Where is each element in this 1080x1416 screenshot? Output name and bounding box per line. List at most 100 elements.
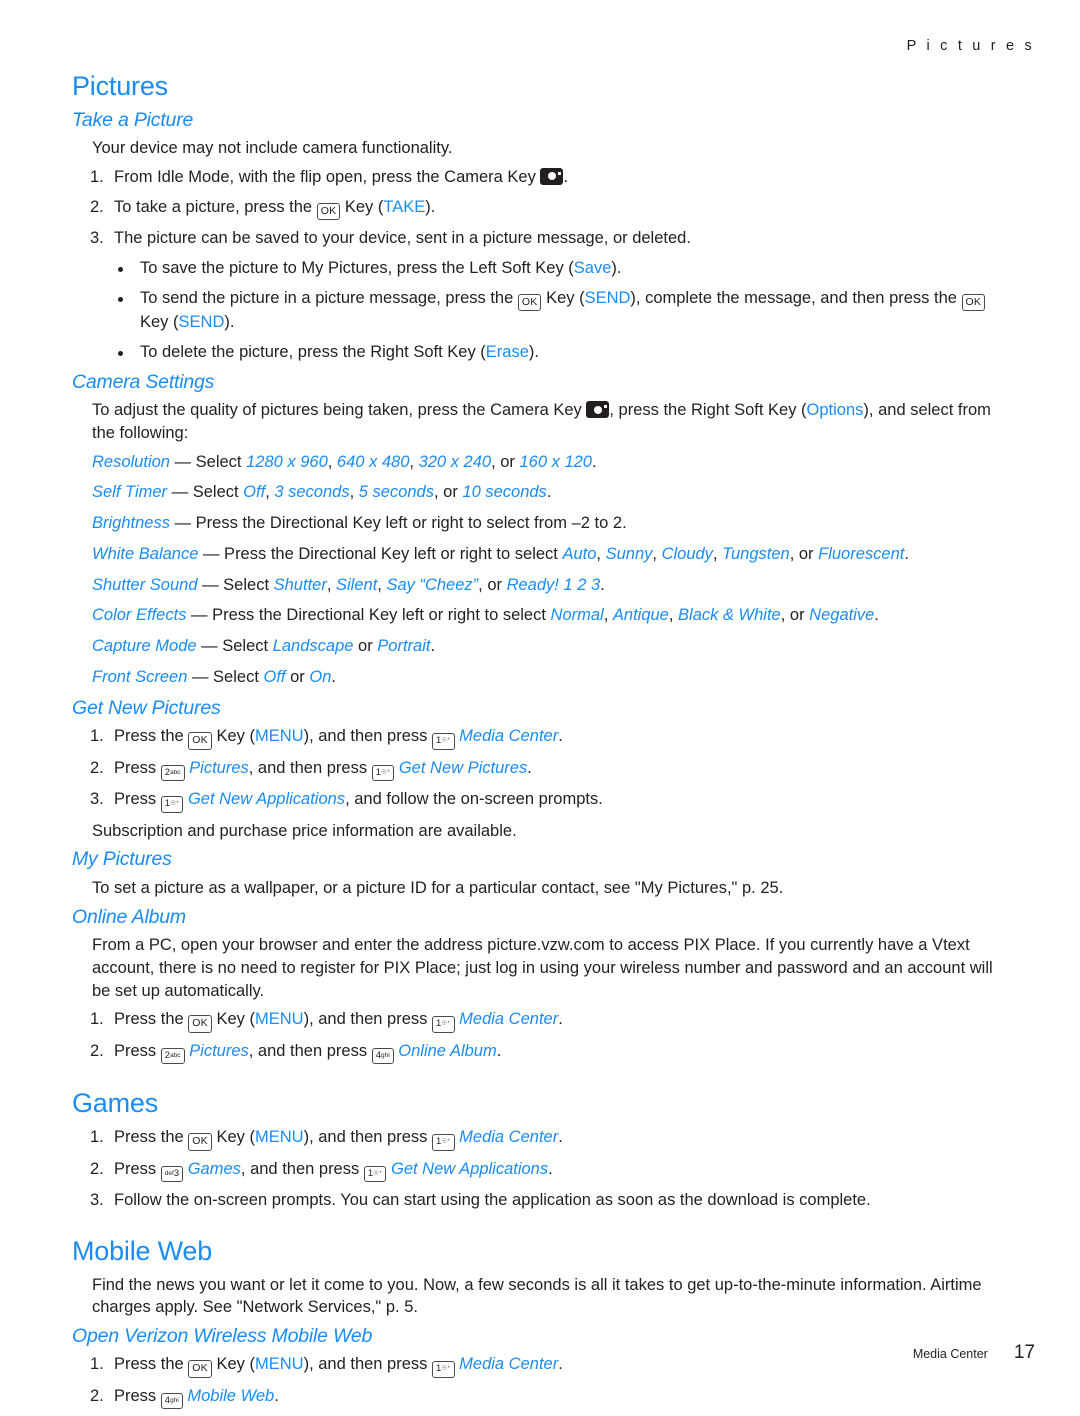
bullet-item: To save the picture to My Pictures, pres… <box>72 257 1008 280</box>
bullet-dot-icon <box>118 266 123 272</box>
ok-key-icon: OK <box>316 202 341 221</box>
ok-key-icon: OK <box>188 1360 212 1378</box>
step-text-end: . <box>558 1128 563 1147</box>
step-item: 3. Follow the on-screen prompts. You can… <box>72 1189 1008 1212</box>
menu-target-get-new-applications: Get New Applications <box>187 790 346 809</box>
step-text-end: . <box>558 727 563 746</box>
camera-setting-separator: , <box>712 544 723 563</box>
step-number: 2. <box>90 1041 104 1060</box>
camera-setting-name: Brightness <box>92 514 170 533</box>
camera-setting-instruction: — Select <box>187 668 259 687</box>
step-text-end: . <box>548 1159 553 1178</box>
camera-setting-value: Tungsten <box>722 544 790 563</box>
camera-settings-option-list: Resolution — Select 1280 x 960, 640 x 48… <box>72 451 1008 689</box>
step-item: 1. From Idle Mode, with the flip open, p… <box>72 166 1008 189</box>
key-1-icon: 1☉⁺ <box>432 733 455 750</box>
camera-setting-end: . <box>904 544 909 563</box>
camera-setting-value: Silent <box>336 575 378 594</box>
camera-setting-value: 320 x 240 <box>418 452 492 471</box>
softkey-action-erase: Erase <box>485 342 529 361</box>
step-item: 1. Press the OK Key (MENU), and then pre… <box>72 725 1008 750</box>
camera-setting-value: Antique <box>612 606 669 625</box>
camera-settings-intro: To adjust the quality of pictures being … <box>72 399 1008 445</box>
step-item: 2. Press 4ghi Mobile Web. <box>72 1385 1008 1410</box>
camera-setting-value: Sunny <box>605 544 653 563</box>
mobile-web-intro: Find the news you want or let it come to… <box>92 1275 982 1317</box>
step-text-c: ), and then press <box>303 1128 428 1147</box>
manual-page: P i c t u r e s Pictures Take a Picture … <box>0 0 1080 1410</box>
camera-key-icon <box>540 167 564 185</box>
step-text-a: Press <box>114 1041 157 1060</box>
camera-setting-option: Color Effects — Press the Directional Ke… <box>72 604 1008 627</box>
ok-key-icon: OK <box>188 1015 212 1033</box>
key-1-icon: 1☉⁺ <box>432 1361 455 1378</box>
step-number: 2. <box>90 758 104 777</box>
footer-page-number: 17 <box>1013 1342 1035 1363</box>
take-a-picture-intro: Your device may not include camera funct… <box>92 139 453 158</box>
key-4-icon: 4ghi <box>371 1047 394 1065</box>
step-number: 2. <box>90 1386 104 1405</box>
step-text-mid: Key ( <box>344 197 384 216</box>
step-text-b: , and follow the on-screen prompts. <box>345 790 603 809</box>
step-text-c: ), and then press <box>303 727 428 746</box>
my-pictures-text: To set a picture as a wallpaper, or a pi… <box>92 878 784 897</box>
section-title-pictures: Pictures <box>72 71 168 101</box>
camera-setting-option: White Balance — Press the Directional Ke… <box>72 543 1008 566</box>
camera-setting-name: Resolution <box>92 452 170 471</box>
camera-setting-end: . <box>600 575 605 594</box>
bullet-text-after: ). <box>224 313 235 332</box>
ok-key-icon: OK <box>961 293 986 312</box>
camera-setting-value: 640 x 480 <box>336 452 410 471</box>
bullet-text-mid1: Key ( <box>546 288 585 307</box>
step-item: 3. Press 1☉⁺ Get New Applications, and f… <box>72 788 1008 813</box>
camera-setting-value: Black & White <box>678 606 781 625</box>
camera-setting-value: Negative <box>809 606 875 625</box>
step-item: 3. The picture can be saved to your devi… <box>72 227 1008 250</box>
softkey-action-take: TAKE <box>383 197 426 216</box>
step-text-b: Key ( <box>216 1010 255 1029</box>
camera-setting-instruction: — Select <box>169 452 242 471</box>
running-head: P i c t u r e s <box>906 38 1035 54</box>
intro-text-before: To adjust the quality of pictures being … <box>92 401 582 420</box>
camera-setting-separator: , <box>596 544 606 563</box>
take-a-picture-steps: 1. From Idle Mode, with the flip open, p… <box>72 166 1008 250</box>
camera-setting-end: . <box>546 483 552 502</box>
step-item: 2. To take a picture, press the OK Key (… <box>72 196 1008 221</box>
key-2-icon: 2abc <box>160 764 185 782</box>
ok-key-icon: OK <box>517 293 542 312</box>
bullet-text-after: ). <box>528 342 539 361</box>
menu-label: MENU <box>254 1128 304 1147</box>
camera-setting-value: Normal <box>550 606 604 625</box>
subsection-title-open-verizon-wireless-mobile-web: Open Verizon Wireless Mobile Web <box>72 1325 373 1348</box>
subsection-title-online-album: Online Album <box>72 905 186 928</box>
step-text-end: . <box>558 1355 563 1374</box>
camera-setting-value: Say “Cheez” <box>386 575 479 594</box>
subsection-title-get-new-pictures: Get New Pictures <box>72 696 221 719</box>
step-text-a: Press <box>114 758 157 777</box>
games-steps: 1. Press the OK Key (MENU), and then pre… <box>72 1126 1008 1212</box>
softkey-action-send: SEND <box>178 313 225 332</box>
step-text-end: . <box>558 1010 563 1029</box>
step-text: The picture can be saved to your device,… <box>114 229 691 248</box>
camera-setting-value: Shutter <box>273 575 327 594</box>
bullet-text-after: ). <box>611 258 622 277</box>
camera-setting-instruction: — Press the Directional Key left or righ… <box>186 606 546 625</box>
camera-setting-value: 5 seconds <box>358 483 434 502</box>
step-number: 1. <box>90 167 104 186</box>
bullet-text-before: To save the picture to My Pictures, pres… <box>140 258 574 277</box>
page-content: Pictures Take a Picture Your device may … <box>72 71 1008 1416</box>
step-text: Follow the on-screen prompts. You can st… <box>114 1191 871 1210</box>
camera-setting-value: Ready! 1 2 3 <box>506 575 601 594</box>
camera-setting-option: Self Timer — Select Off, 3 seconds, 5 se… <box>72 481 1008 504</box>
camera-setting-separator: , <box>668 606 679 625</box>
step-text-c: ), and then press <box>303 1355 428 1374</box>
camera-setting-value: 160 x 120 <box>519 452 592 471</box>
step-item: 2. Press def3 Games, and then press 1☉⁺ … <box>72 1158 1008 1183</box>
bullet-item: To send the picture in a picture message… <box>72 287 1008 334</box>
key-1-icon: 1☉⁺ <box>160 796 184 813</box>
step-text-end: . <box>527 758 532 777</box>
step-text-before: From Idle Mode, with the flip open, pres… <box>114 167 536 186</box>
page-footer: Media Center 17 <box>913 1342 1035 1364</box>
key-1-icon: 1☉⁺ <box>371 764 395 782</box>
key-3-icon: def3 <box>160 1165 184 1183</box>
